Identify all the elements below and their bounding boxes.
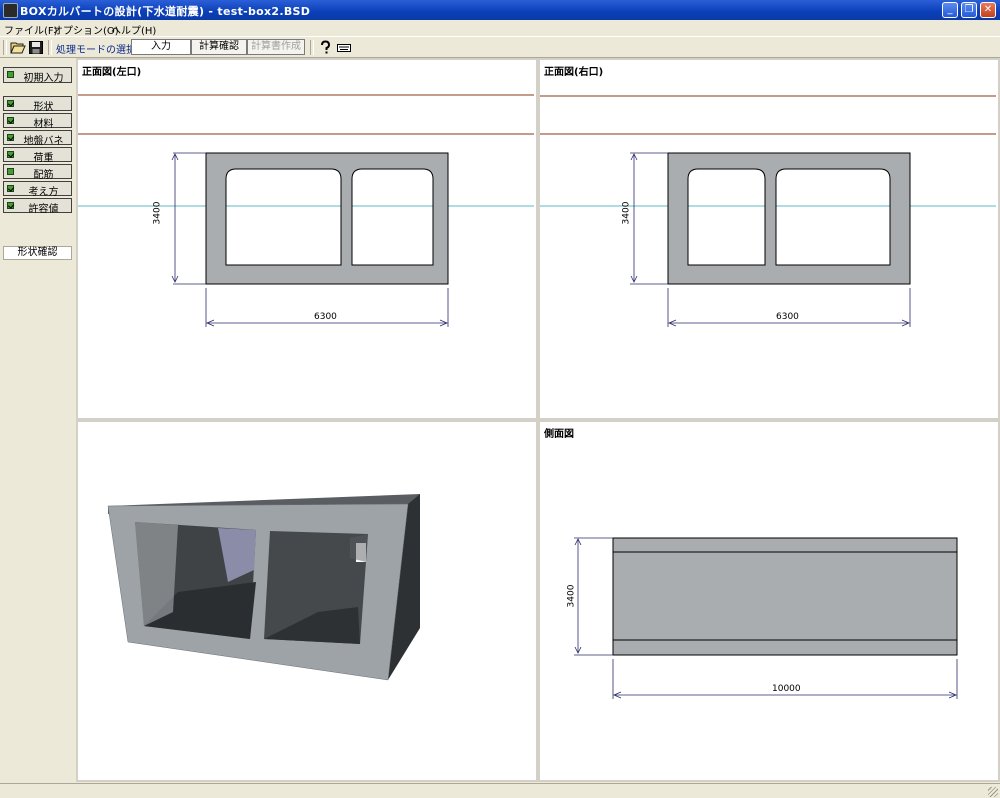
toolbar-separator — [48, 40, 52, 55]
front-view-left-pane[interactable]: 正面図(左口) 3400 6300 — [76, 58, 538, 420]
height-dimension-label: 3400 — [152, 201, 163, 225]
checkbox-indicator — [7, 100, 14, 107]
close-button[interactable]: ✕ — [980, 2, 996, 18]
sidebar-item-ground-spring[interactable]: 地盤バネ — [3, 130, 72, 147]
pane-title: 正面図(右口) — [544, 67, 604, 78]
front-view-right-drawing — [540, 95, 996, 327]
shape-confirm-button[interactable]: 形状確認 — [3, 246, 72, 260]
checkbox-indicator — [7, 134, 14, 141]
checkbox-indicator — [7, 202, 14, 209]
toolbar: 処理モードの選択 入力 計算確認 計算書作成 — [0, 36, 1000, 58]
menu-options[interactable]: オプション(O) — [53, 22, 119, 37]
folder-open-icon[interactable] — [10, 40, 26, 55]
menu-file[interactable]: ファイル(F) — [4, 22, 58, 37]
mode-select-label: 処理モードの選択 — [56, 45, 136, 56]
floppy-save-icon[interactable] — [28, 40, 44, 55]
height-dimension-label: 3400 — [566, 584, 577, 608]
status-bar — [0, 783, 1000, 798]
restore-button[interactable]: ❐ — [961, 2, 977, 18]
side-view-pane[interactable]: 側面図 3400 10000 — [538, 420, 1000, 782]
checkbox-indicator — [7, 185, 14, 192]
sidebar-item-reinforcement[interactable]: 配筋 — [3, 164, 72, 181]
window-title: BOXカルバートの設計(下水道耐震) - test-box2.BSD — [20, 5, 311, 18]
toolbar-grip — [3, 40, 7, 55]
3d-view-pane[interactable] — [76, 420, 538, 782]
report-create-button[interactable]: 計算書作成 — [247, 39, 305, 55]
toolbar-separator — [310, 40, 314, 55]
sidebar-item-material[interactable]: 材料 — [3, 113, 72, 130]
sidebar-item-shape[interactable]: 形状 — [3, 96, 72, 113]
input-mode-button[interactable]: 入力 — [131, 39, 191, 55]
calc-check-button[interactable]: 計算確認 — [191, 39, 247, 55]
status-indicator — [7, 168, 14, 175]
pane-title: 正面図(左口) — [82, 67, 142, 78]
height-dimension-label: 3400 — [621, 201, 632, 225]
checkbox-indicator — [7, 117, 14, 124]
checkbox-indicator — [7, 151, 14, 158]
box-culvert-section — [205, 152, 449, 285]
width-dimension-label: 6300 — [314, 312, 337, 322]
pane-title: 側面図 — [544, 429, 574, 440]
width-dimension-label: 6300 — [776, 312, 799, 322]
resize-grip-icon[interactable] — [988, 787, 998, 797]
3d-box-culvert-model — [107, 494, 420, 681]
status-indicator — [7, 71, 14, 78]
keyboard-icon[interactable] — [336, 40, 352, 55]
menu-bar: ファイル(F) オプション(O) ヘルプ(H) — [0, 20, 1000, 37]
title-bar: BOXカルバートの設計(下水道耐震) - test-box2.BSD _ ❐ ✕ — [0, 0, 1000, 20]
sidebar-item-allowable[interactable]: 許容値 — [3, 198, 72, 215]
side-view-body — [612, 537, 958, 656]
sidebar-item-approach[interactable]: 考え方 — [3, 181, 72, 198]
front-view-right-pane[interactable]: 正面図(右口) 3400 6300 — [538, 58, 1000, 420]
box-culvert-section — [667, 152, 911, 285]
sidebar: 初期入力 形状 材料 地盤バネ 荷重 配筋 考え方 許容値 形状確認 — [0, 59, 76, 781]
app-icon[interactable] — [3, 3, 18, 18]
minimize-button[interactable]: _ — [942, 2, 958, 18]
front-view-left-drawing — [78, 94, 534, 327]
help-question-icon[interactable] — [317, 40, 333, 55]
side-view-drawing — [574, 537, 958, 699]
sidebar-initial-input[interactable]: 初期入力 — [3, 67, 72, 84]
length-dimension-label: 10000 — [772, 684, 801, 694]
menu-help[interactable]: ヘルプ(H) — [111, 22, 156, 37]
sidebar-item-load[interactable]: 荷重 — [3, 147, 72, 164]
